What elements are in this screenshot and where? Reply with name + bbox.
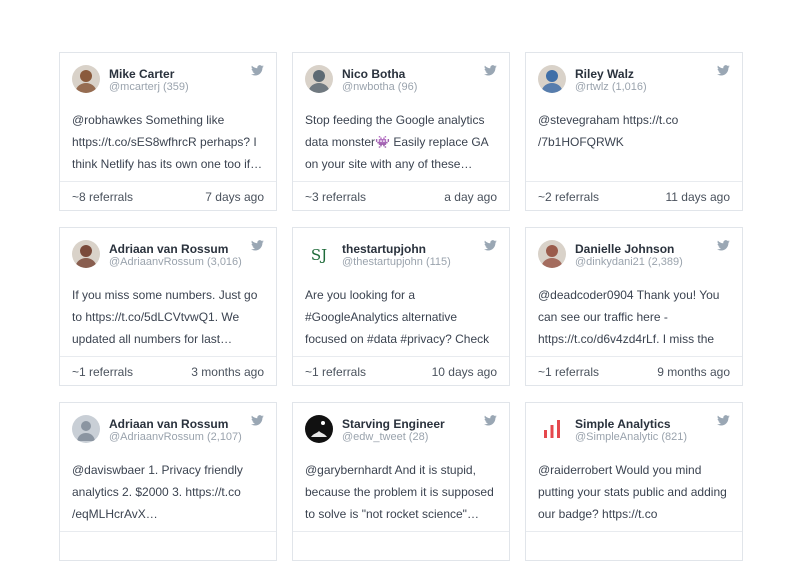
default-user-avatar[interactable] — [72, 415, 100, 443]
tweet-card[interactable]: Adriaan van Rossum @AdriaanvRossum (2,10… — [59, 402, 277, 561]
tweet-footer: ~1 referrals 10 days ago — [293, 356, 509, 385]
referral-count: ~1 referrals — [72, 365, 134, 379]
tweet-text[interactable]: @stevegraham https://t.co /7b1HOFQRWK — [538, 109, 730, 179]
tweet-text[interactable]: Stop feeding the Google analytics data m… — [305, 109, 497, 179]
tweet-text[interactable]: @raiderrobert Would you mind putting you… — [538, 459, 730, 529]
person-photo-avatar[interactable] — [72, 65, 100, 93]
twitter-bird-icon[interactable] — [484, 240, 497, 251]
tweet-header: Simple Analytics @SimpleAnalytic (821) — [526, 403, 742, 459]
author-handle[interactable]: @mcarterj (359) — [109, 81, 189, 93]
tweet-card[interactable]: Riley Walz @rtwlz (1,016) @stevegraham h… — [525, 52, 743, 211]
tweet-header: Danielle Johnson @dinkydani21 (2,389) — [526, 228, 742, 284]
tweet-header: Starving Engineer @edw_tweet (28) — [293, 403, 509, 459]
person-photo-avatar[interactable] — [72, 240, 100, 268]
twitter-bird-icon[interactable] — [717, 240, 730, 251]
tweet-age[interactable]: 3 months ago — [191, 365, 264, 379]
author-handle[interactable]: @dinkydani21 (2,389) — [575, 256, 683, 268]
tweet-footer: ~1 referrals 9 months ago — [526, 356, 742, 385]
twitter-bird-icon[interactable] — [251, 415, 264, 426]
tweet-age[interactable]: 11 days ago — [666, 190, 731, 204]
author-handle[interactable]: @rtwlz (1,016) — [575, 81, 647, 93]
twitter-bird-icon[interactable] — [717, 65, 730, 76]
referral-count: ~1 referrals — [305, 365, 367, 379]
twitter-bird-icon[interactable] — [251, 65, 264, 76]
referral-count: ~8 referrals — [72, 190, 134, 204]
tweet-header: Nico Botha @nwbotha (96) — [293, 53, 509, 109]
person-photo-avatar[interactable] — [538, 65, 566, 93]
tweet-text[interactable]: @daviswbaer 1. Privacy friendly analytic… — [72, 459, 264, 529]
author-name[interactable]: Adriaan van Rossum — [109, 242, 228, 256]
twitter-bird-icon[interactable] — [251, 240, 264, 251]
author-name[interactable]: Nico Botha — [342, 67, 405, 81]
tweet-text[interactable]: @deadcoder0904 Thank you! You can see ou… — [538, 284, 730, 354]
referral-count: ~2 referrals — [538, 190, 600, 204]
tweet-text[interactable]: If you miss some numbers. Just go to htt… — [72, 284, 264, 354]
tweet-card[interactable]: Nico Botha @nwbotha (96) Stop feeding th… — [292, 52, 510, 211]
sj-logo-avatar[interactable]: SJ — [305, 240, 333, 268]
tweet-grid: Mike Carter @mcarterj (359) @robhawkes S… — [59, 52, 743, 561]
tweet-header: Mike Carter @mcarterj (359) — [60, 53, 276, 109]
tweet-header: Riley Walz @rtwlz (1,016) — [526, 53, 742, 109]
tweet-age[interactable]: a day ago — [444, 190, 497, 204]
tweet-text[interactable]: @robhawkes Something like https://t.co/s… — [72, 109, 264, 179]
author-name[interactable]: Adriaan van Rossum — [109, 417, 228, 431]
tweet-text[interactable]: Are you looking for a #GoogleAnalytics a… — [305, 284, 497, 354]
person-photo-avatar[interactable] — [305, 65, 333, 93]
author-name[interactable]: Mike Carter — [109, 67, 174, 81]
author-handle[interactable]: @AdriaanvRossum (3,016) — [109, 256, 242, 268]
tweet-header: SJ thestartupjohn @thestartupjohn (115) — [293, 228, 509, 284]
tweet-text[interactable]: @garybernhardt And it is stupid, because… — [305, 459, 497, 529]
bar-chart-logo-avatar[interactable] — [538, 415, 566, 443]
author-name[interactable]: Danielle Johnson — [575, 242, 674, 256]
tweet-footer: ~1 referrals 3 months ago — [60, 356, 276, 385]
author-handle[interactable]: @edw_tweet (28) — [342, 431, 428, 443]
tweet-age[interactable]: 7 days ago — [205, 190, 264, 204]
tweet-card[interactable]: Simple Analytics @SimpleAnalytic (821) @… — [525, 402, 743, 561]
tweet-age[interactable]: 10 days ago — [432, 365, 497, 379]
tweet-footer: ~8 referrals 7 days ago — [60, 181, 276, 210]
twitter-bird-icon[interactable] — [717, 415, 730, 426]
author-handle[interactable]: @thestartupjohn (115) — [342, 256, 451, 268]
tweet-card[interactable]: Danielle Johnson @dinkydani21 (2,389) @d… — [525, 227, 743, 386]
author-handle[interactable]: @nwbotha (96) — [342, 81, 417, 93]
tweet-header: Adriaan van Rossum @AdriaanvRossum (2,10… — [60, 403, 276, 459]
tweet-footer — [293, 531, 509, 560]
person-photo-avatar[interactable] — [538, 240, 566, 268]
dark-photo-avatar[interactable] — [305, 415, 333, 443]
author-name[interactable]: Riley Walz — [575, 67, 634, 81]
author-handle[interactable]: @AdriaanvRossum (2,107) — [109, 431, 242, 443]
tweet-footer — [526, 531, 742, 560]
referral-count: ~1 referrals — [538, 365, 600, 379]
author-name[interactable]: Simple Analytics — [575, 417, 671, 431]
author-name[interactable]: Starving Engineer — [342, 417, 445, 431]
author-name[interactable]: thestartupjohn — [342, 242, 426, 256]
tweet-header: Adriaan van Rossum @AdriaanvRossum (3,01… — [60, 228, 276, 284]
author-handle[interactable]: @SimpleAnalytic (821) — [575, 431, 687, 443]
referral-count: ~3 referrals — [305, 190, 367, 204]
svg-text:SJ: SJ — [311, 246, 327, 264]
tweet-footer — [60, 531, 276, 560]
tweet-footer: ~3 referrals a day ago — [293, 181, 509, 210]
twitter-bird-icon[interactable] — [484, 415, 497, 426]
tweet-age[interactable]: 9 months ago — [657, 365, 730, 379]
tweet-card[interactable]: Mike Carter @mcarterj (359) @robhawkes S… — [59, 52, 277, 211]
tweet-card[interactable]: Adriaan van Rossum @AdriaanvRossum (3,01… — [59, 227, 277, 386]
tweet-card[interactable]: Starving Engineer @edw_tweet (28) @garyb… — [292, 402, 510, 561]
tweet-footer: ~2 referrals 11 days ago — [526, 181, 742, 210]
tweet-card[interactable]: SJ thestartupjohn @thestartupjohn (115) … — [292, 227, 510, 386]
twitter-bird-icon[interactable] — [484, 65, 497, 76]
